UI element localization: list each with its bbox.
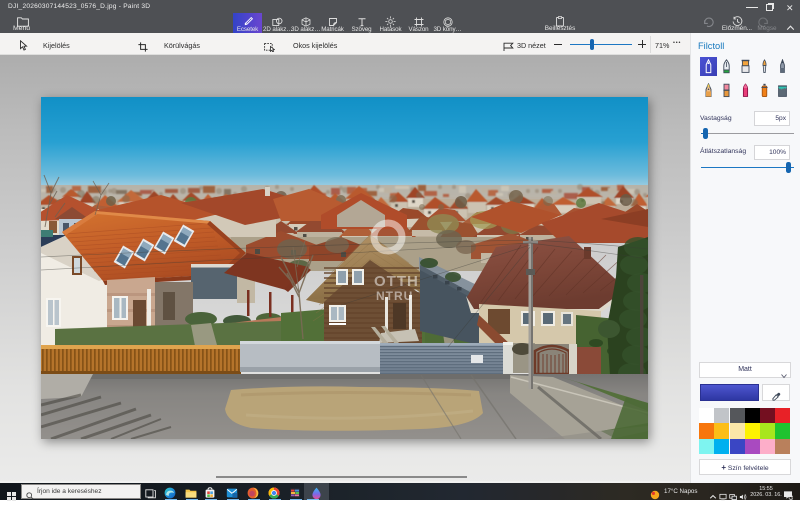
- svg-text:OTTH: OTTH: [374, 273, 419, 290]
- svg-text:NTRU: NTRU: [376, 289, 413, 303]
